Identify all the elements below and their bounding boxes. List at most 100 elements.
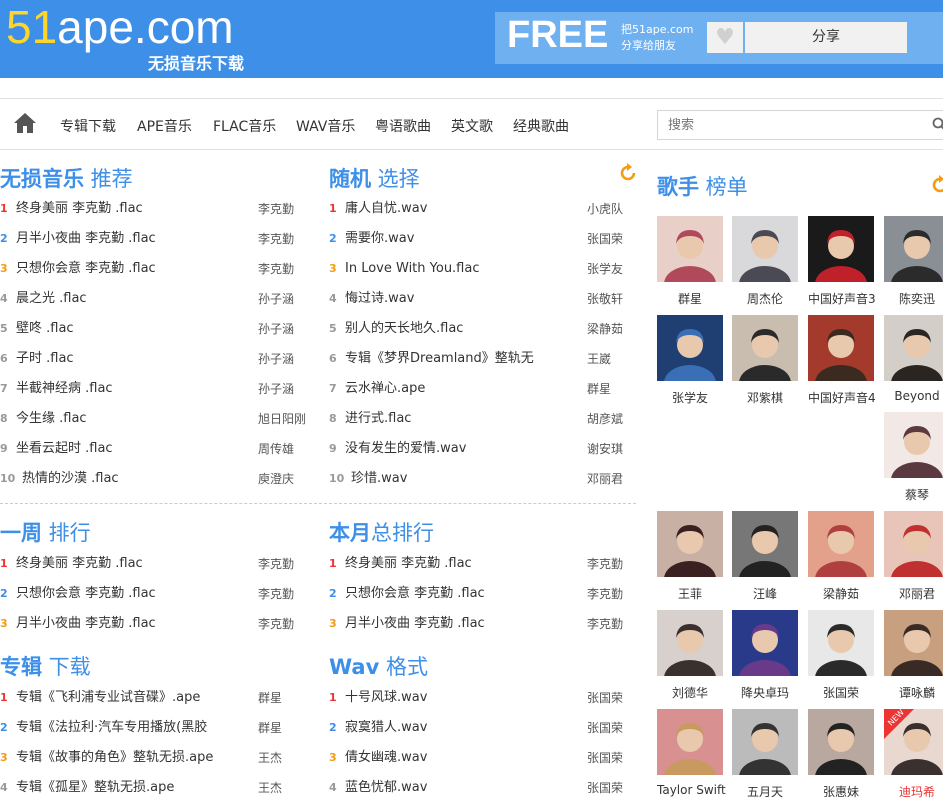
song-title-link[interactable]: 晨之光 .flac (16, 284, 87, 314)
list-item[interactable]: 2专辑《法拉利·汽车专用播放(黑胶群星 (0, 713, 310, 743)
song-title-link[interactable]: 月半小夜曲 李克勤 .flac (16, 609, 156, 639)
list-item[interactable]: 2需要你.wav张国荣 (329, 224, 639, 254)
singer-photo[interactable] (884, 610, 943, 676)
song-title-link[interactable]: 没有发生的爱情.wav (345, 434, 466, 464)
singer-card[interactable]: Beyond (884, 315, 943, 403)
singer-name[interactable]: 蔡琴 (884, 486, 943, 503)
list-item[interactable]: 2只想你会意 李克勤 .flac李克勤 (0, 579, 310, 609)
song-title-link[interactable]: 别人的天长地久.flac (345, 314, 463, 344)
nav-item-4[interactable]: 粤语歌曲 (375, 116, 431, 136)
singer-card[interactable]: 谭咏麟 (884, 610, 943, 701)
artist-link[interactable]: 小虎队 (587, 194, 623, 224)
singer-photo[interactable] (657, 610, 723, 676)
list-item[interactable]: 3In Love With You.flac张学友 (329, 254, 639, 284)
list-item[interactable]: 1终身美丽 李克勤 .flac李克勤 (0, 194, 310, 224)
artist-link[interactable]: 张敬轩 (587, 284, 623, 314)
artist-link[interactable]: 张国荣 (587, 224, 623, 254)
share-button[interactable]: 分享 (745, 22, 907, 53)
nav-item-6[interactable]: 经典歌曲 (513, 116, 569, 136)
artist-link[interactable]: 张国荣 (587, 713, 623, 743)
song-title-link[interactable]: 需要你.wav (345, 224, 414, 254)
song-title-link[interactable]: 蓝色忧郁.wav (345, 773, 427, 803)
artist-link[interactable]: 胡彦斌 (587, 404, 623, 434)
artist-link[interactable]: 孙子涵 (258, 374, 294, 404)
singer-card[interactable]: 张国荣 (808, 610, 874, 701)
song-title-link[interactable]: 终身美丽 李克勤 .flac (16, 194, 143, 224)
artist-link[interactable]: 谢安琪 (587, 434, 623, 464)
singer-name[interactable]: 中国好声音3 (808, 290, 874, 307)
list-item[interactable]: 6子时 .flac孙子涵 (0, 344, 310, 374)
artist-link[interactable]: 张国荣 (587, 683, 623, 713)
singer-name[interactable]: Beyond (884, 389, 943, 403)
singer-name[interactable]: 群星 (657, 290, 723, 307)
heart-icon[interactable]: ♥ (707, 22, 743, 53)
artist-link[interactable]: 王崴 (587, 344, 611, 374)
artist-link[interactable]: 孙子涵 (258, 314, 294, 344)
singer-card[interactable]: 五月天 (732, 709, 798, 800)
singer-photo[interactable] (808, 511, 874, 577)
singers-refresh-icon[interactable] (930, 175, 943, 195)
singer-photo[interactable] (657, 216, 723, 282)
artist-link[interactable]: 群星 (587, 374, 611, 404)
artist-link[interactable]: 李克勤 (258, 579, 294, 609)
singer-name[interactable]: 刘德华 (657, 684, 723, 701)
song-title-link[interactable]: 云水禅心.ape (345, 374, 425, 404)
singer-photo[interactable] (884, 216, 943, 282)
list-item[interactable]: 4专辑《孤星》整轨无损.ape王杰 (0, 773, 310, 803)
song-title-link[interactable]: 子时 .flac (16, 344, 74, 374)
singer-card[interactable]: 王菲 (657, 511, 723, 602)
artist-link[interactable]: 孙子涵 (258, 284, 294, 314)
list-item[interactable]: 3只想你会意 李克勤 .flac李克勤 (0, 254, 310, 284)
song-title-link[interactable]: 终身美丽 李克勤 .flac (345, 549, 472, 579)
song-title-link[interactable]: 专辑《法拉利·汽车专用播放(黑胶 (16, 713, 207, 743)
song-title-link[interactable]: 今生缘 .flac (16, 404, 87, 434)
list-item[interactable]: 4晨之光 .flac孙子涵 (0, 284, 310, 314)
singer-card[interactable]: 梁静茹 (808, 511, 874, 602)
artist-link[interactable]: 张国荣 (587, 743, 623, 773)
song-title-link[interactable]: In Love With You.flac (345, 254, 480, 284)
list-item[interactable]: 5壁咚 .flac孙子涵 (0, 314, 310, 344)
singer-name[interactable]: 周杰伦 (732, 290, 798, 307)
artist-link[interactable]: 李克勤 (587, 609, 623, 639)
nav-item-1[interactable]: APE音乐 (137, 116, 192, 136)
singer-photo[interactable] (808, 315, 874, 381)
singer-card[interactable]: 陈奕迅 (884, 216, 943, 307)
singer-card[interactable]: 张学友 (657, 315, 723, 406)
artist-link[interactable]: 孙子涵 (258, 344, 294, 374)
artist-link[interactable]: 邓丽君 (587, 464, 623, 494)
song-title-link[interactable]: 十号风球.wav (345, 683, 427, 713)
artist-link[interactable]: 群星 (258, 713, 282, 743)
singer-card[interactable]: Taylor Swift (657, 709, 723, 797)
list-item[interactable]: 8进行式.flac胡彦斌 (329, 404, 639, 434)
singer-photo[interactable] (657, 709, 723, 775)
singer-photo[interactable] (808, 709, 874, 775)
nav-item-3[interactable]: WAV音乐 (296, 116, 355, 136)
singer-card[interactable]: NEW迪玛希 (884, 709, 943, 800)
singer-name[interactable]: 邓紫棋 (732, 389, 798, 406)
artist-link[interactable]: 王杰 (258, 773, 282, 803)
singer-name[interactable]: 降央卓玛 (732, 684, 798, 701)
singer-card[interactable]: 张惠妹 (808, 709, 874, 800)
list-item[interactable]: 10热情的沙漠 .flac庾澄庆 (0, 464, 310, 494)
artist-link[interactable]: 梁静茹 (587, 314, 623, 344)
singer-card[interactable]: 蔡琴 (884, 412, 943, 503)
singer-name[interactable]: 邓丽君 (884, 585, 943, 602)
artist-link[interactable]: 李克勤 (258, 254, 294, 284)
song-title-link[interactable]: 倩女幽魂.wav (345, 743, 427, 773)
singer-card[interactable]: 群星 (657, 216, 723, 307)
list-item[interactable]: 7半截神经病 .flac孙子涵 (0, 374, 310, 404)
search-input[interactable] (658, 111, 908, 139)
singer-card[interactable]: 中国好声音3 (808, 216, 874, 307)
artist-link[interactable]: 李克勤 (258, 194, 294, 224)
singer-photo[interactable] (884, 315, 943, 381)
list-item[interactable]: 9坐看云起时 .flac周传雄 (0, 434, 310, 464)
singer-photo[interactable] (732, 216, 798, 282)
singer-photo[interactable] (884, 511, 943, 577)
list-item[interactable]: 1庸人自忧.wav小虎队 (329, 194, 639, 224)
singer-name[interactable]: 迪玛希 (884, 783, 943, 800)
list-item[interactable]: 8今生缘 .flac旭日阳刚 (0, 404, 310, 434)
singer-photo[interactable] (657, 511, 723, 577)
list-item[interactable]: 1专辑《飞利浦专业试音碟》.ape群星 (0, 683, 310, 713)
site-logo[interactable]: 51ape.com (6, 2, 234, 52)
list-item[interactable]: 4蓝色忧郁.wav张国荣 (329, 773, 639, 803)
